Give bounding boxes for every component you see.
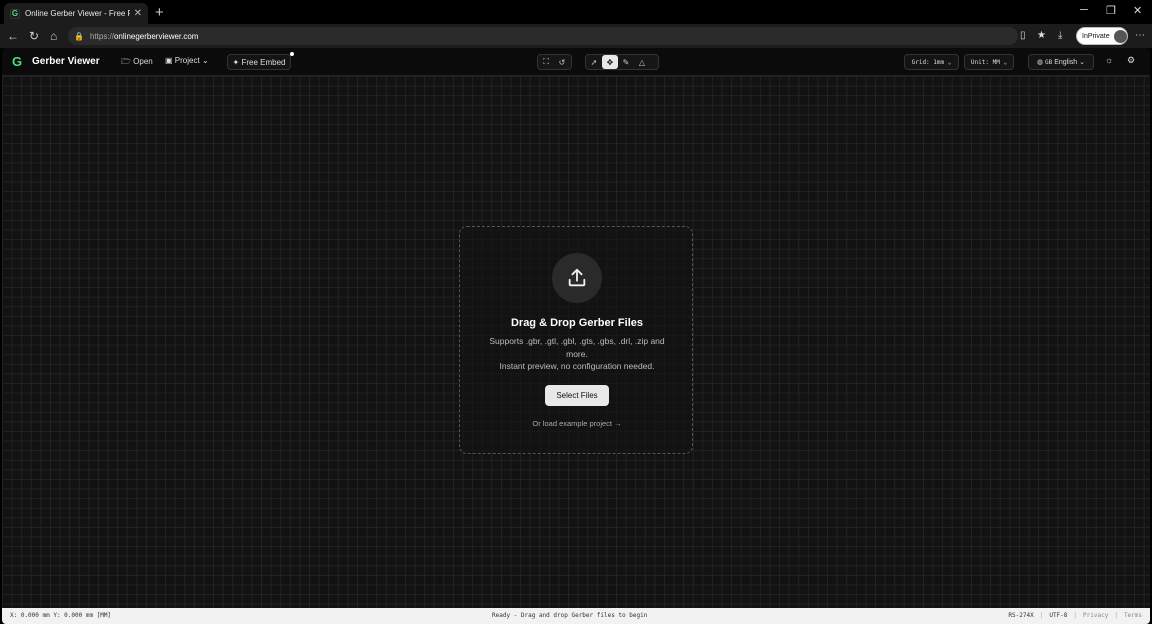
upload-icon [552,253,602,303]
inprivate-label: InPrivate [1082,32,1110,40]
tool-controls: ➚ ✥ ✎ △ [585,54,659,70]
back-icon[interactable]: ← [7,29,19,43]
area-tool-icon[interactable]: △ [634,55,650,69]
close-tab-icon[interactable]: ✕ [134,8,142,19]
gerber-viewer-app: G Gerber Viewer 🗁 Open ▣ Project ⌄ ✦ Fre… [2,48,1150,624]
project-menu-button[interactable]: ▣ Project ⌄ [165,56,209,65]
pcb-canvas[interactable]: Drag & Drop Gerber Files Supports .gbr, … [2,76,1150,608]
reset-view-icon[interactable]: ↺ [554,55,570,69]
profile-avatar-icon [1113,29,1127,43]
favorites-star-icon[interactable]: ★ [1037,30,1046,41]
save-icon: ▣ [165,56,173,65]
chevron-down-icon: ⌄ [201,56,209,65]
lock-icon: 🔒 [74,31,84,41]
close-window-icon[interactable]: ✕ [1133,4,1142,17]
grid-select[interactable]: Grid: 1mm ⌄ [904,54,959,70]
refresh-icon[interactable]: ↻ [29,29,39,43]
status-bar: X: 0.000 mm Y: 0.000 mm [MM] Ready - Dra… [2,608,1150,624]
inprivate-badge[interactable]: InPrivate [1076,27,1128,45]
measure-tool-icon[interactable]: ✎ [618,55,634,69]
chevron-down-icon: ⌄ [947,58,952,66]
browser-tab[interactable]: G Online Gerber Viewer - Free PCB G ✕ [4,3,148,24]
pan-tool-icon[interactable]: ✥ [602,55,618,69]
app-title: Gerber Viewer [32,56,100,67]
browser-address-bar: ← ↻ ⌂ 🔒 https://onlinegerberviewer.com ▯… [0,24,1152,48]
tab-title: Online Gerber Viewer - Free PCB G [25,9,130,18]
site-favicon-icon: G [10,8,20,19]
view-controls: ⛶ ↺ [537,54,572,70]
dropzone-description: Supports .gbr, .gtl, .gbl, .gts, .gbs, .… [489,336,665,371]
browser-tabstrip: G Online Gerber Viewer - Free PCB G ✕ + … [0,0,1152,24]
fit-screen-icon[interactable]: ⛶ [538,55,554,69]
select-tool-icon[interactable]: ➚ [586,55,602,69]
url-text: https://onlinegerberviewer.com [89,31,199,41]
chevron-down-icon: ⌄ [1079,59,1086,66]
app-toolbar: G Gerber Viewer 🗁 Open ▣ Project ⌄ ✦ Fre… [2,48,1150,76]
more-menu-icon[interactable]: ⋯ [1135,30,1145,41]
file-dropzone[interactable]: Drag & Drop Gerber Files Supports .gbr, … [459,226,693,454]
reading-view-icon[interactable]: ▯ [1020,30,1026,41]
encoding-label: UTF-8 [1049,612,1068,619]
terms-link[interactable]: Terms [1124,612,1142,619]
cursor-coordinates: X: 0.000 mm Y: 0.000 mm [MM] [10,612,112,619]
gerber-logo-icon: G [12,54,23,69]
unit-select[interactable]: Unit: MM ⌄ [964,54,1014,70]
load-example-link[interactable]: Or load example project → [460,419,694,428]
status-right: RS-274X | UTF-8 | Privacy | Terms [1008,612,1142,619]
dropzone-title: Drag & Drop Gerber Files [510,317,644,329]
privacy-link[interactable]: Privacy [1083,612,1108,619]
downloads-icon[interactable]: ⤓ [1058,30,1062,41]
language-select[interactable]: ◍ GB English ⌄ [1028,54,1094,70]
status-message: Ready - Drag and drop Gerber files to be… [492,612,648,619]
new-tab-icon[interactable]: + [155,4,164,21]
sparkle-icon: ✦ [232,57,240,67]
settings-gear-icon[interactable]: ⚙ [1127,55,1135,66]
folder-icon: 🗁 [121,57,131,66]
select-files-button[interactable]: Select Files [545,385,609,406]
url-input[interactable]: 🔒 https://onlinegerberviewer.com [68,27,1018,45]
restore-icon[interactable]: ❐ [1106,4,1116,17]
minimize-icon[interactable]: ─ [1080,4,1088,16]
home-icon[interactable]: ⌂ [50,29,57,43]
open-button[interactable]: 🗁 Open [121,56,153,70]
globe-icon: ◍ [1036,59,1044,66]
format-standard: RS-274X [1008,612,1034,619]
free-embed-button[interactable]: ✦ Free Embed [227,54,291,70]
theme-toggle-icon[interactable]: ☼ [1105,55,1113,65]
notification-dot [290,52,294,56]
chevron-down-icon: ⌄ [1003,58,1008,66]
